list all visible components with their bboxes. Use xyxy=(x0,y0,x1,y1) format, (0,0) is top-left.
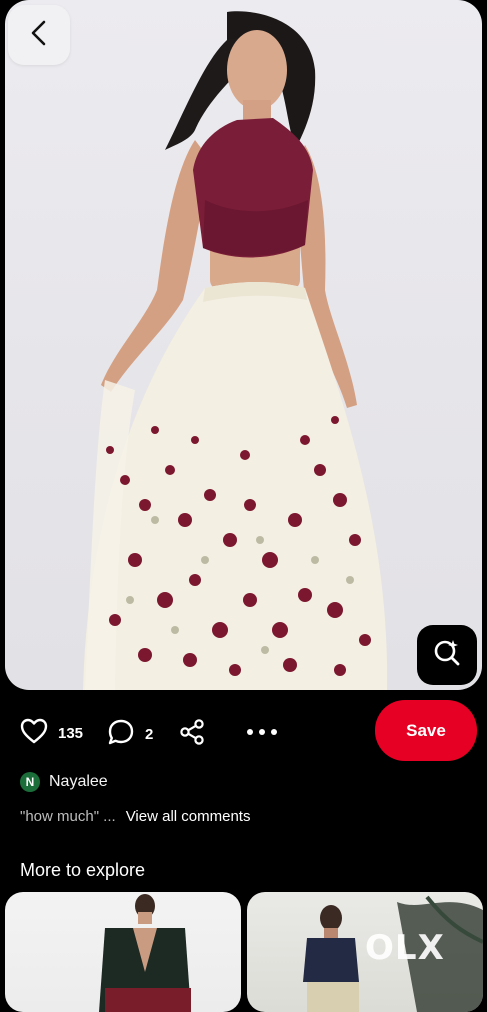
action-bar: 135 2 Save xyxy=(0,700,487,762)
avatar: N xyxy=(20,772,40,792)
comment-preview: "how much" ... xyxy=(20,808,116,825)
likes-count: 135 xyxy=(58,725,84,742)
olx-watermark: OLX xyxy=(365,928,445,968)
share-button[interactable] xyxy=(178,718,206,751)
more-icon xyxy=(245,718,279,751)
comments-count: 2 xyxy=(145,726,154,743)
view-all-comments-link[interactable]: View all comments xyxy=(126,808,251,825)
uploader[interactable]: N Nayalee xyxy=(20,770,108,794)
comments-row: "how much" ... View all comments xyxy=(20,808,250,825)
more-to-explore-title: More to explore xyxy=(20,860,146,880)
share-icon xyxy=(178,718,206,751)
uploader-name: Nayalee xyxy=(49,773,108,790)
heart-icon xyxy=(20,718,48,749)
explore-card[interactable] xyxy=(5,892,241,1012)
back-button[interactable] xyxy=(8,5,70,65)
comment-icon xyxy=(107,718,135,751)
pin-photo xyxy=(83,11,388,690)
save-button[interactable]: Save xyxy=(375,700,477,761)
explore-card-image xyxy=(99,894,191,1012)
back-chevron-icon xyxy=(28,20,50,51)
visual-search-icon xyxy=(431,637,463,674)
pin-image[interactable] xyxy=(5,0,482,690)
comment-button[interactable]: 2 xyxy=(107,718,153,751)
like-button[interactable]: 135 xyxy=(20,718,83,749)
visual-search-button[interactable] xyxy=(417,625,477,685)
more-options-button[interactable] xyxy=(245,718,279,751)
